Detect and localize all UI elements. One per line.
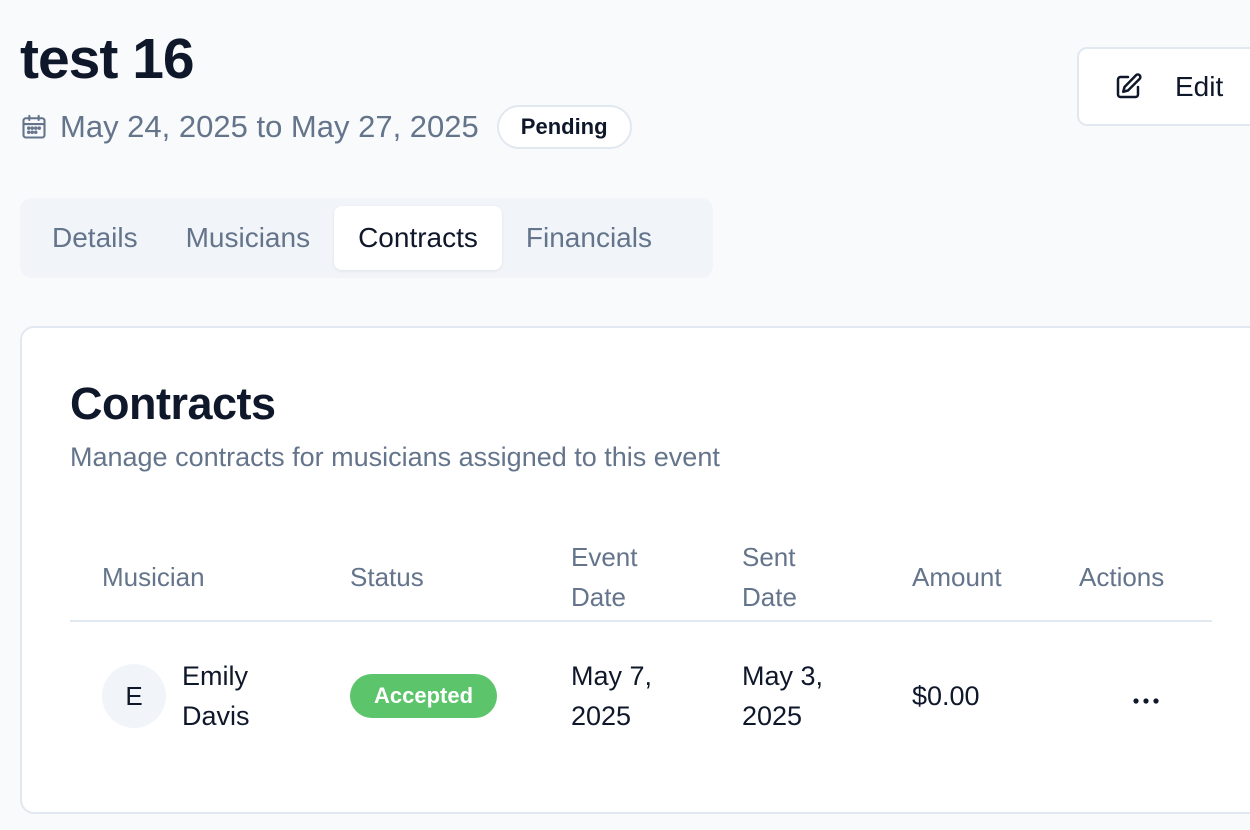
contracts-card: Contracts Manage contracts for musicians…: [20, 326, 1250, 814]
calendar-icon: [20, 112, 50, 142]
column-header-musician: Musician: [102, 562, 205, 592]
table-header: Musician Status Event Date Sent Date Amo…: [70, 534, 1212, 622]
contracts-title: Contracts: [70, 378, 276, 429]
musician-cell: E Emily Davis: [102, 622, 272, 770]
contracts-table: Musician Status Event Date Sent Date Amo…: [70, 534, 1212, 770]
avatar: E: [102, 664, 166, 728]
actions-cell: [1124, 622, 1168, 770]
tab-financials[interactable]: Financials: [502, 206, 676, 270]
event-tabs: Details Musicians Contracts Financials: [20, 198, 713, 278]
tab-contracts[interactable]: Contracts: [334, 206, 502, 270]
more-horizontal-icon: [1132, 676, 1160, 716]
event-date-cell: May 7, 2025: [571, 661, 653, 731]
edit-button-label: Edit: [1175, 70, 1224, 102]
contract-status-badge: Accepted: [350, 674, 498, 718]
row-actions-button[interactable]: [1124, 674, 1168, 718]
edit-button[interactable]: Edit: [1077, 47, 1250, 126]
contracts-subtitle: Manage contracts for musicians assigned …: [70, 442, 720, 472]
event-date-row: May 24, 2025 to May 27, 2025 Pending: [20, 104, 632, 150]
column-header-actions: Actions: [1079, 562, 1165, 592]
amount-cell: $0.00: [912, 681, 980, 711]
column-header-event-date: Event Date: [571, 542, 638, 612]
status-cell: Accepted: [350, 622, 498, 770]
status-badge: Pending: [496, 105, 632, 149]
pencil-square-icon: [1113, 71, 1145, 103]
event-page: test 16 May 24, 2025 to May 27, 2025 Pen…: [0, 0, 1250, 830]
column-header-status: Status: [350, 562, 424, 592]
column-header-amount: Amount: [912, 562, 1002, 592]
column-header-sent-date: Sent Date: [742, 542, 797, 612]
event-date-range: May 24, 2025 to May 27, 2025: [60, 109, 479, 144]
musician-name: Emily Davis: [182, 661, 250, 731]
sent-date-cell: May 3, 2025: [742, 661, 824, 731]
table-row: E Emily Davis Accepted May 7, 2025 May 3…: [70, 622, 1212, 770]
tab-details[interactable]: Details: [28, 206, 162, 270]
page-title: test 16: [20, 27, 195, 91]
tab-musicians[interactable]: Musicians: [162, 206, 334, 270]
